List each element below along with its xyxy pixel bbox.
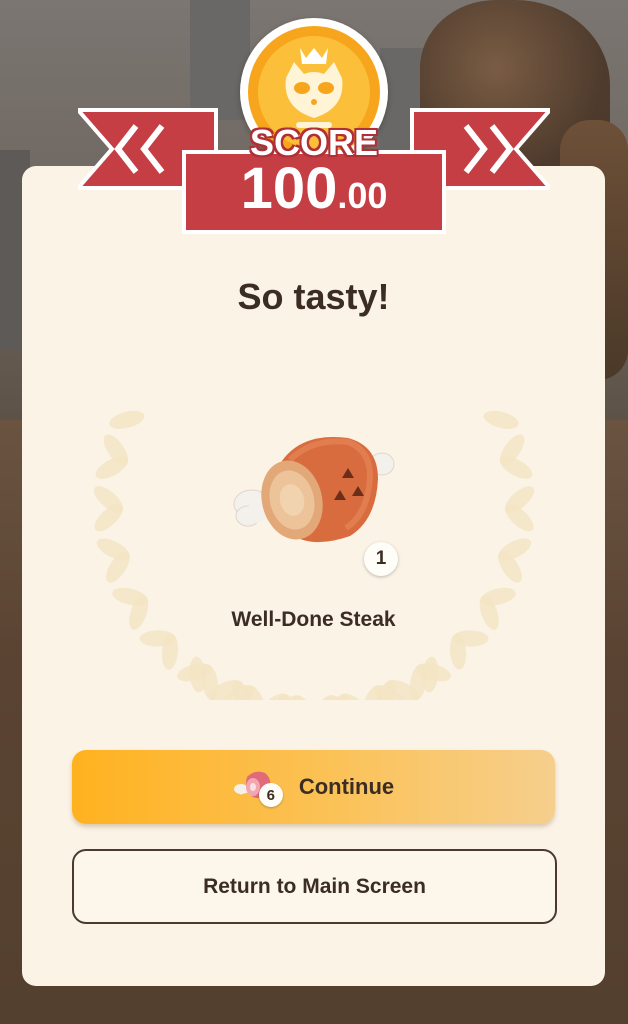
item-name: Well-Done Steak [231, 608, 396, 631]
continue-label: Continue [298, 774, 395, 799]
return-label: Return to Main Screen [203, 874, 426, 898]
score-value-decimal: .00 [337, 175, 388, 216]
continue-cost: 6 [233, 767, 289, 807]
item-quantity-badge: 1 [364, 542, 398, 576]
return-to-main-button[interactable]: Return to Main Screen [72, 849, 557, 924]
score-value: 100.00 [182, 160, 446, 218]
steak-item-icon [230, 424, 400, 554]
continue-cost-count: 6 [258, 783, 283, 807]
continue-button[interactable]: 6 Continue [72, 750, 555, 824]
result-title: So tasty! [237, 276, 390, 317]
score-value-integer: 100 [240, 156, 338, 221]
